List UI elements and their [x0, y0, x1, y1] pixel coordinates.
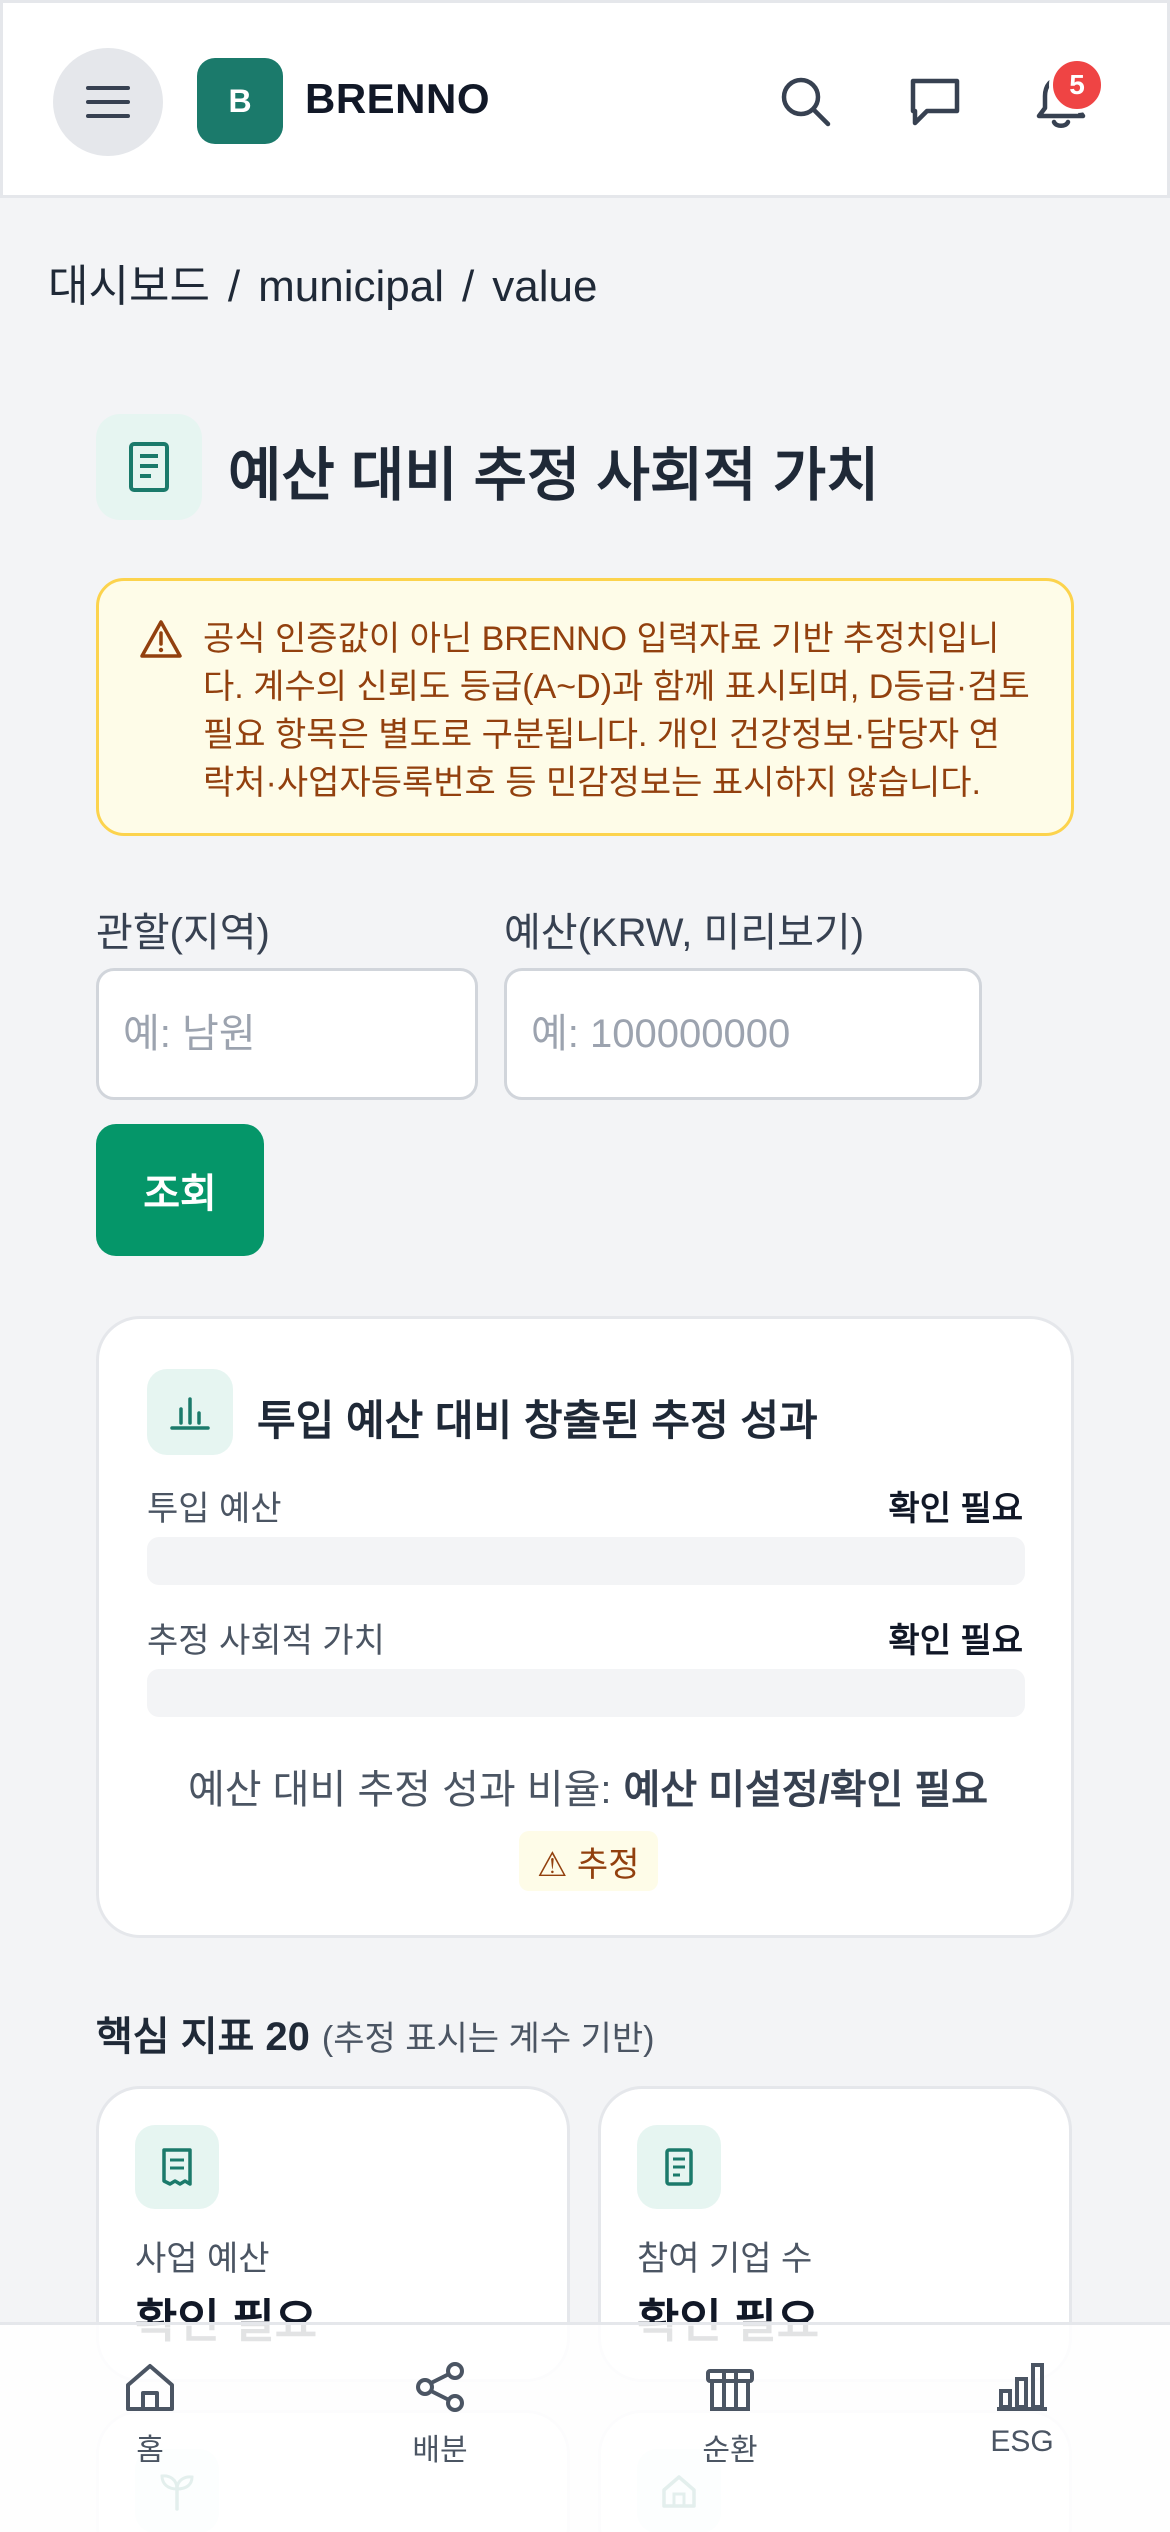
- breadcrumb-separator: /: [462, 262, 475, 311]
- home-icon: [126, 2364, 174, 2411]
- search-button[interactable]: [773, 69, 837, 133]
- estimate-notice: 공식 인증값이 아닌 BRENNO 입력자료 기반 추정치입니다. 계수의 신뢰…: [96, 578, 1074, 836]
- metrics-section-title: 핵심 지표 20 (추정 표시는 계수 기반): [96, 2004, 654, 2062]
- metrics-subtitle: (추정 표시는 계수 기반): [321, 2020, 655, 2058]
- message-icon: [910, 78, 960, 126]
- nav-home[interactable]: 홈: [80, 2361, 220, 2469]
- search-submit-button[interactable]: 조회: [96, 1124, 264, 1256]
- share-icon: [416, 2362, 464, 2412]
- notice-text: 공식 인증값이 아닌 BRENNO 입력자료 기반 추정치입니다. 계수의 신뢰…: [203, 620, 1030, 802]
- social-value-label: 추정 사회적 가치: [147, 1622, 385, 1660]
- region-input[interactable]: [96, 968, 478, 1100]
- input-budget-label: 투입 예산: [147, 1490, 282, 1528]
- app-header: B BRENNO 5: [0, 0, 1170, 198]
- metric-icon-box: [135, 2125, 219, 2209]
- nav-distribution-label: 배분: [412, 2434, 468, 2467]
- region-label: 관할(지역): [96, 911, 270, 955]
- hamburger-icon: [86, 86, 130, 118]
- bar-chart-icon: [997, 2363, 1047, 2411]
- input-budget-bar: [147, 1537, 1025, 1585]
- brand-name[interactable]: BRENNO: [305, 75, 490, 123]
- nav-circulation-label: 순환: [702, 2434, 758, 2467]
- social-value-bar: [147, 1669, 1025, 1717]
- nav-circulation[interactable]: 순환: [660, 2361, 800, 2469]
- menu-button[interactable]: [53, 48, 163, 156]
- social-value-value: 확인 필요: [888, 1622, 1023, 1660]
- performance-title: 투입 예산 대비 창출된 추정 성과: [257, 1397, 818, 1444]
- title-icon-box: [96, 414, 202, 520]
- breadcrumb-dashboard[interactable]: 대시보드: [48, 262, 210, 311]
- chart-icon-box: [147, 1369, 233, 1455]
- messages-button[interactable]: [903, 69, 967, 133]
- document-icon: [129, 442, 169, 492]
- ratio-value: 예산 미설정/확인 필요: [623, 1768, 989, 1812]
- ratio-label: 예산 대비 추정 성과 비율:: [187, 1768, 612, 1812]
- breadcrumb-separator: /: [227, 262, 241, 311]
- page-title: 예산 대비 추정 사회적 가치: [228, 443, 880, 508]
- breadcrumb-value: value: [492, 262, 598, 311]
- breadcrumb: 대시보드 / municipal / value: [48, 250, 615, 314]
- budget-label: 예산(KRW, 미리보기): [504, 911, 865, 955]
- budget-input[interactable]: [504, 968, 982, 1100]
- nav-distribution[interactable]: 배분: [370, 2361, 510, 2469]
- warning-icon: [140, 620, 182, 658]
- nav-esg-label: ESG: [990, 2425, 1054, 2458]
- brand-logo[interactable]: B: [197, 58, 283, 144]
- bar-chart-icon: [170, 1397, 210, 1430]
- performance-card: 투입 예산 대비 창출된 추정 성과 투입 예산 확인 필요 추정 사회적 가치…: [96, 1316, 1074, 1938]
- notification-badge: 5: [1049, 57, 1105, 113]
- breadcrumb-municipal[interactable]: municipal: [258, 262, 444, 311]
- metric-label: 참여 기업 수: [637, 2240, 813, 2278]
- gift-box-icon: [706, 2369, 754, 2411]
- search-icon: [781, 77, 831, 127]
- ratio-line: 예산 대비 추정 성과 비율: 예산 미설정/확인 필요: [99, 1757, 1077, 1815]
- metric-label: 사업 예산: [135, 2240, 270, 2278]
- building-icon: [665, 2148, 693, 2186]
- nav-esg[interactable]: ESG: [952, 2361, 1092, 2459]
- receipt-icon: [162, 2148, 192, 2186]
- metric-icon-box: [637, 2125, 721, 2209]
- metrics-title: 핵심 지표 20: [96, 2015, 310, 2059]
- bottom-nav: 홈 배분 순환 ESG: [0, 2322, 1170, 2532]
- estimate-chip: ⚠ 추정: [519, 1831, 658, 1891]
- input-budget-value: 확인 필요: [888, 1490, 1023, 1528]
- nav-home-label: 홈: [136, 2434, 164, 2467]
